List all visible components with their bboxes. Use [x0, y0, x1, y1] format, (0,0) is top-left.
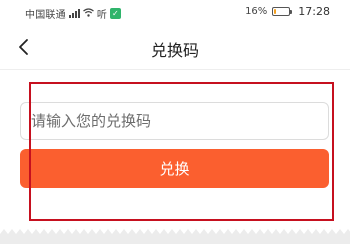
status-right: 16% 17:28: [245, 5, 330, 18]
battery-fill: [274, 9, 277, 14]
redeem-code-input[interactable]: [20, 102, 329, 140]
wifi-icon: [82, 7, 94, 20]
status-bar: 中国联通 听 ✓ 16% 17:28: [0, 0, 350, 24]
carrier-name: 中国联通: [25, 10, 66, 21]
nav-bar: 兑换码: [0, 24, 350, 70]
battery-icon: [272, 7, 293, 16]
torn-paper-edge: [0, 229, 350, 244]
redeem-button-label: 兑换: [159, 160, 190, 178]
status-time: 17:28: [298, 5, 330, 18]
redeem-button[interactable]: 兑换: [20, 149, 329, 188]
battery-percentage: 16%: [245, 6, 268, 17]
network-speed-indicator: 听: [96, 10, 107, 21]
page-title: 兑换码: [150, 41, 199, 60]
app-notification-icon: ✓: [109, 8, 121, 19]
signal-strength-icon: [68, 9, 80, 18]
status-left: 中国联通 听 ✓: [25, 6, 121, 21]
